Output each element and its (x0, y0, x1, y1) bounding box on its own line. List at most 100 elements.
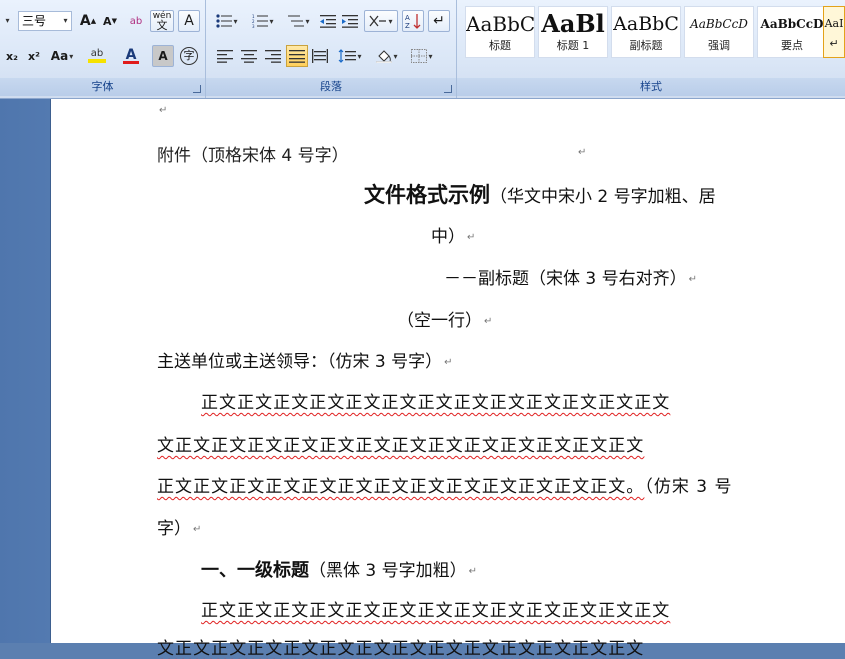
highlighter-icon: ab (90, 48, 104, 59)
enclose-char-button[interactable]: 字 (178, 45, 200, 67)
paragraph-group: ▾ 1 2 3 ▾ ▾ ▾ AZ ↵ ▾ ▾ ▾ 段落 (206, 0, 457, 98)
align-center-icon (241, 50, 257, 63)
paragraph-dialog-launcher-icon[interactable] (444, 85, 452, 93)
style-sample: AaBbC (613, 13, 679, 35)
align-right-icon (265, 50, 281, 63)
style-tile-strong[interactable]: AaBbCcD 要点 (757, 6, 827, 58)
justify-icon (289, 50, 305, 63)
change-case-button[interactable]: Aa ▾ (47, 45, 77, 67)
numbering-icon: 123 (252, 14, 269, 28)
font-color-icon: A (125, 46, 137, 63)
chevron-down-icon: ▾ (63, 16, 68, 25)
font-dialog-launcher-icon[interactable] (193, 85, 201, 93)
style-label: 强调 (708, 39, 730, 52)
title-line[interactable]: 文件格式示例（华文中宋小 2 号字加粗、居 (364, 179, 716, 209)
attachment-line[interactable]: 附件（顶格宋体 4 号字） (157, 141, 349, 166)
sort-button[interactable]: AZ (402, 10, 424, 32)
superscript-button[interactable]: x² (24, 45, 44, 67)
outdent-icon (320, 15, 336, 28)
body-text: 文正文正文正文正文正文正文正文正文正文正文正文正文正文 (157, 639, 645, 659)
highlight-color-swatch (88, 59, 106, 63)
body-line[interactable]: 文正文正文正文正文正文正文正文正文正文正文正文正文正文 (157, 431, 644, 456)
clear-format-button[interactable]: ab (124, 10, 148, 32)
attachment-text: 附件（顶格宋体 4 号字） (157, 146, 349, 166)
paragraph-group-title: 段落 (206, 78, 456, 96)
style-sample: AaI (824, 17, 844, 30)
shading-button[interactable]: ▾ (372, 45, 402, 67)
align-center-button[interactable] (238, 45, 260, 67)
chinese-layout-icon (369, 15, 387, 27)
line-spacing-icon (339, 49, 357, 63)
document-page[interactable]: ↵ 附件（顶格宋体 4 号字） ↵ 文件格式示例（华文中宋小 2 号字加粗、居 … (50, 99, 845, 659)
blank-line-note[interactable]: （空一行） ↵ (397, 306, 492, 331)
heading-1-text: 一、一级标题 (201, 560, 309, 581)
eraser-icon: ab (129, 15, 143, 27)
align-left-icon (217, 50, 233, 63)
body-text: 正文正文正文正文正文正文正文正文正文正文正文正文正文 (201, 393, 671, 413)
title-note-continued[interactable]: 中） ↵ (431, 222, 475, 247)
char-border-button[interactable]: A (178, 10, 200, 32)
style-sample: AaBbCcD (760, 17, 824, 31)
decrease-indent-button[interactable] (318, 10, 338, 32)
paragraph-mark: ↵ (159, 105, 168, 116)
numbering-button[interactable]: 1 2 3 ▾ (248, 10, 278, 32)
styles-group: AaBbC 标题 AaBl 标题 1 AaBbC 副标题 AaBbCcD 强调 … (457, 0, 845, 98)
grow-font-button[interactable]: A ▲ (77, 10, 99, 32)
indent-icon (342, 15, 358, 28)
font-group: ▾ 三号 ▾ A ▲ A ▼ ab wén 文 A x₂ x² Aa ▾ ab A A … (0, 0, 206, 98)
style-label: 标题 1 (556, 39, 590, 52)
heading-1-line[interactable]: 一、一级标题（黑体 3 号字加粗） ↵ (201, 556, 477, 582)
style-tile-title[interactable]: AaBbC 标题 (465, 6, 535, 58)
heading-1-note: （黑体 3 号字加粗） (309, 561, 467, 581)
style-label: 要点 (781, 39, 803, 52)
subtitle-text: －－副标题（宋体 3 号右对齐） (444, 269, 687, 289)
distributed-icon (312, 49, 328, 63)
style-tile-emphasis[interactable]: AaBbCcD 强调 (684, 6, 754, 58)
style-label: 副标题 (629, 39, 663, 52)
justify-button[interactable] (286, 45, 308, 67)
styles-group-title: 样式 (457, 78, 845, 96)
phonetic-guide-button[interactable]: wén 文 (150, 10, 174, 32)
chinese-layout-button[interactable]: ▾ (364, 10, 398, 32)
body-line[interactable]: 正文正文正文正文正文正文正文正文正文正文正文正文正文 (201, 388, 670, 413)
increase-indent-button[interactable] (340, 10, 360, 32)
borders-icon (411, 49, 428, 63)
paragraph-mark: ↵ (467, 231, 476, 243)
line-spacing-button[interactable]: ▾ (334, 45, 366, 67)
svg-text:A: A (405, 14, 410, 22)
bullets-icon (216, 14, 233, 28)
style-sample: AaBl (541, 9, 605, 37)
subtitle-line[interactable]: －－副标题（宋体 3 号右对齐） ↵ (444, 264, 697, 289)
sort-icon: AZ (405, 14, 421, 29)
bullets-button[interactable]: ▾ (212, 10, 242, 32)
body-line[interactable]: 正文正文正文正文正文正文正文正文正文正文正文正文正文 (201, 596, 670, 621)
align-right-button[interactable] (262, 45, 284, 67)
document-title: 文件格式示例 (364, 182, 490, 207)
style-tile-heading-1[interactable]: AaBl 标题 1 (538, 6, 608, 58)
body-text: 正文正文正文正文正文正文正文正文正文正文正文正文正文。 (157, 477, 645, 497)
body-line-partial[interactable]: 文正文正文正文正文正文正文正文正文正文正文正文正文正文 (157, 634, 644, 659)
highlight-button[interactable]: ab (81, 45, 113, 67)
show-marks-button[interactable]: ↵ (428, 10, 450, 32)
title-note: （华文中宋小 2 号字加粗、居 (490, 187, 716, 207)
font-name-dropdown[interactable]: ▾ (0, 10, 14, 30)
body-line[interactable]: 字） ↵ (157, 514, 201, 539)
style-tile-subtitle[interactable]: AaBbC 副标题 (611, 6, 681, 58)
enclose-icon: 字 (180, 47, 198, 65)
subscript-button[interactable]: x₂ (2, 45, 22, 67)
font-color-button[interactable]: A (116, 45, 146, 67)
distributed-button[interactable] (310, 45, 330, 67)
font-size-dropdown[interactable]: 三号 ▾ (18, 11, 72, 31)
borders-button[interactable]: ▾ (406, 45, 438, 67)
multilevel-list-button[interactable]: ▾ (284, 10, 314, 32)
document-workspace: ↵ 附件（顶格宋体 4 号字） ↵ 文件格式示例（华文中宋小 2 号字加粗、居 … (0, 99, 845, 659)
style-tile-normal[interactable]: AaI ↵ (823, 6, 845, 58)
align-left-button[interactable] (214, 45, 236, 67)
char-shading-button[interactable]: A (152, 45, 174, 67)
recipient-line[interactable]: 主送单位或主送领导：（仿宋 3 号字） ↵ (157, 347, 453, 372)
shrink-font-button[interactable]: A ▼ (99, 10, 121, 32)
body-line[interactable]: 正文正文正文正文正文正文正文正文正文正文正文正文正文。（仿宋 3 号 (157, 472, 732, 497)
paragraph-mark: ↵ (578, 147, 587, 158)
paragraph-mark-icon: ↵ (433, 13, 445, 29)
font-color-swatch (123, 60, 139, 64)
